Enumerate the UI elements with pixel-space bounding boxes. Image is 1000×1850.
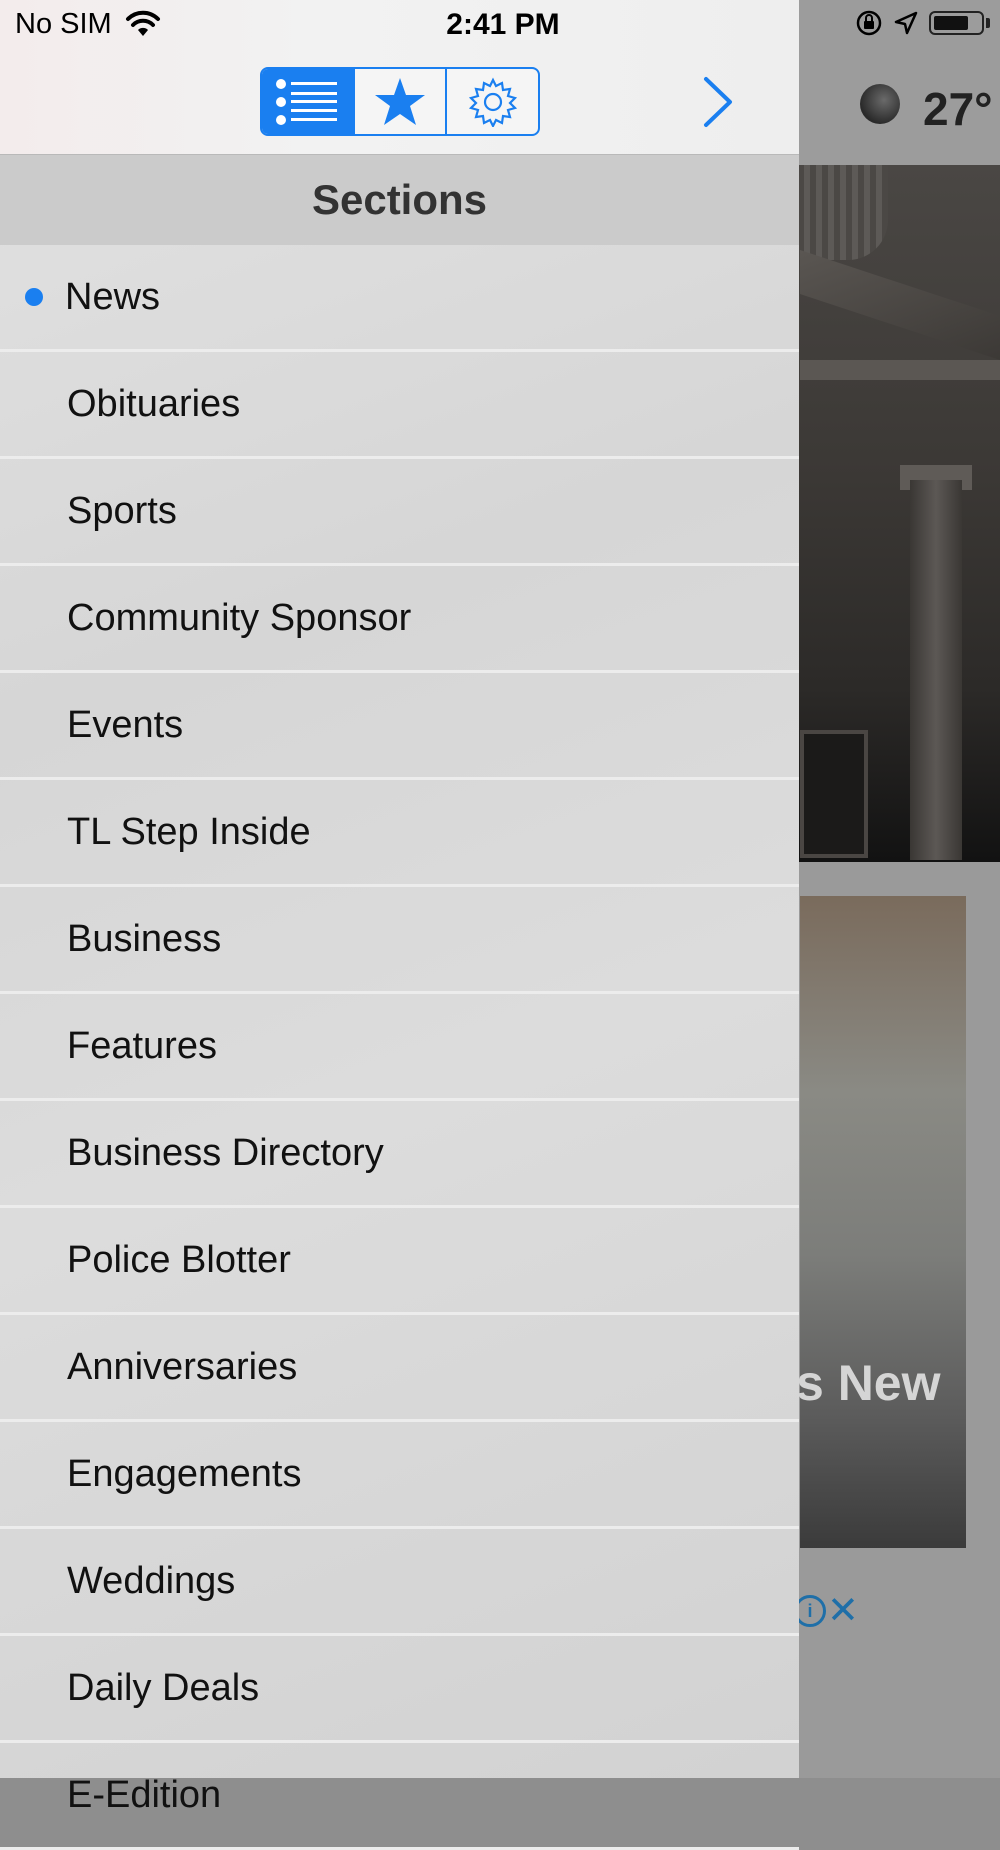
list-item-label: Engagements [67, 1453, 302, 1495]
moon-icon [860, 84, 900, 124]
tab-favorites[interactable] [352, 69, 446, 134]
gear-icon [468, 77, 517, 127]
list-item[interactable]: Police Blotter [0, 1208, 799, 1315]
list-item-label: Business Directory [67, 1132, 384, 1174]
list-item-label: Features [67, 1025, 217, 1067]
status-icons [855, 9, 990, 37]
status-bar: No SIM 2:41 PM [0, 0, 1000, 50]
list-item[interactable]: Anniversaries [0, 1315, 799, 1422]
star-icon [375, 77, 425, 125]
selected-indicator-icon [25, 288, 43, 306]
list-item-label: Police Blotter [67, 1239, 291, 1281]
orientation-lock-icon [856, 10, 882, 36]
list-item[interactable]: Sports [0, 459, 799, 566]
chevron-right-icon[interactable] [698, 72, 738, 132]
list-item[interactable]: Business [0, 887, 799, 994]
list-item-label: News [65, 276, 161, 318]
list-item[interactable]: Weddings [0, 1529, 799, 1636]
list-item[interactable]: Business Directory [0, 1101, 799, 1208]
list-icon [276, 78, 338, 125]
building-column [910, 480, 962, 860]
list-item-label: Obituaries [67, 383, 241, 425]
temperature-label: 27° [923, 83, 993, 135]
list-item-label: Community Sponsor [67, 597, 412, 639]
tab-sections[interactable] [262, 69, 353, 134]
list-item[interactable]: TL Step Inside [0, 780, 799, 887]
ad-close-icon[interactable]: ✕ [827, 1588, 859, 1633]
tab-settings[interactable] [445, 69, 538, 134]
location-icon [894, 11, 918, 35]
list-item[interactable]: Events [0, 673, 799, 780]
list-item-label: Sports [67, 490, 177, 532]
list-item[interactable]: Engagements [0, 1422, 799, 1529]
list-item[interactable]: Daily Deals [0, 1636, 799, 1743]
sections-drawer: Sections News Obituaries Sports Community S… [0, 0, 799, 1850]
list-item[interactable]: Obituaries [0, 352, 799, 459]
list-item-label: Daily Deals [67, 1667, 260, 1709]
list-item[interactable]: News [0, 245, 799, 352]
list-item-label: Anniversaries [67, 1346, 298, 1388]
battery-icon [929, 11, 990, 35]
list-item-label: Business [67, 918, 222, 960]
building-window [800, 730, 868, 858]
building-cornice [800, 360, 1000, 380]
list-item-label: Weddings [67, 1560, 236, 1602]
list-item-label: Events [67, 704, 184, 746]
clock: 2:41 PM [446, 8, 560, 41]
story-headline[interactable]: s New [796, 1354, 941, 1412]
list-item[interactable]: Community Sponsor [0, 566, 799, 673]
sections-list: News Obituaries Sports Community Sponsor Eve… [0, 245, 799, 1850]
drawer-tab-control [260, 67, 540, 136]
sections-heading: Sections [0, 155, 799, 245]
list-item[interactable]: E-Edition [0, 1743, 799, 1850]
story-card-image[interactable] [800, 896, 966, 1548]
list-item[interactable]: Features [0, 994, 799, 1101]
list-item-label: TL Step Inside [67, 811, 311, 853]
list-item-label: E-Edition [67, 1774, 222, 1816]
